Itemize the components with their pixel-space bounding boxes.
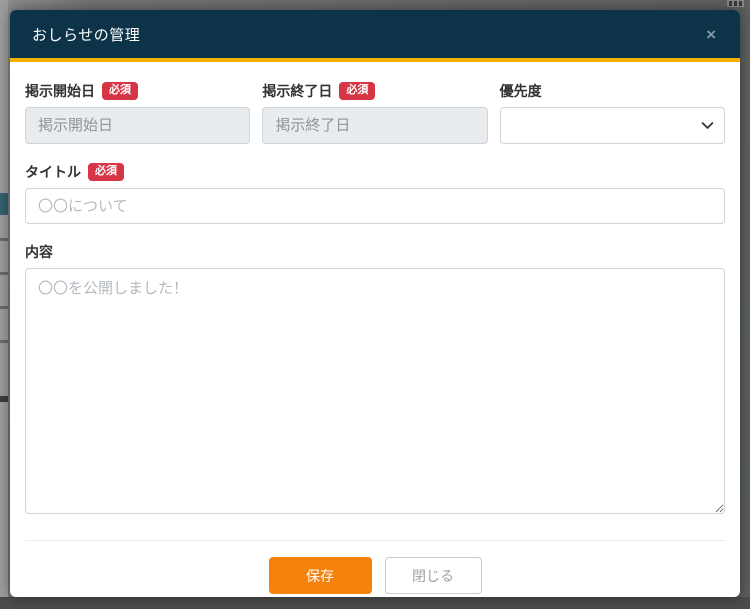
title-group: タイトル 必須 bbox=[25, 163, 725, 224]
title-input[interactable] bbox=[25, 188, 725, 224]
modal-body: 掲示開始日 必須 掲示終了日 必須 優先度 bbox=[10, 62, 740, 597]
start-date-input[interactable] bbox=[25, 107, 250, 144]
notification-management-modal: おしらせの管理 × 掲示開始日 必須 掲示終了日 必須 優先度 bbox=[10, 10, 740, 597]
background-page-remnant bbox=[0, 193, 8, 215]
modal-header: おしらせの管理 × bbox=[10, 10, 740, 62]
content-label: 内容 bbox=[25, 243, 725, 261]
required-badge: 必須 bbox=[339, 82, 375, 100]
date-priority-row: 掲示開始日 必須 掲示終了日 必須 優先度 bbox=[25, 82, 725, 144]
backdrop-page-strip bbox=[0, 0, 8, 597]
end-date-label: 掲示終了日 必須 bbox=[262, 82, 487, 100]
background-page-remnant bbox=[0, 306, 8, 309]
background-page-remnant bbox=[0, 340, 8, 343]
priority-label: 優先度 bbox=[500, 82, 725, 100]
background-grid-icon bbox=[727, 0, 744, 7]
end-date-group: 掲示終了日 必須 bbox=[262, 82, 487, 144]
close-icon[interactable]: × bbox=[702, 24, 720, 45]
content-group: 内容 bbox=[25, 243, 725, 514]
required-badge: 必須 bbox=[102, 82, 138, 100]
end-date-input[interactable] bbox=[262, 107, 487, 144]
start-date-label: 掲示開始日 必須 bbox=[25, 82, 250, 100]
required-badge: 必須 bbox=[88, 163, 124, 181]
modal-title: おしらせの管理 bbox=[32, 24, 140, 45]
priority-select[interactable] bbox=[500, 107, 725, 144]
background-page-remnant bbox=[0, 272, 8, 275]
priority-group: 優先度 bbox=[500, 82, 725, 144]
backdrop-bottom-shade bbox=[0, 597, 750, 609]
save-button[interactable]: 保存 bbox=[269, 557, 372, 594]
start-date-group: 掲示開始日 必須 bbox=[25, 82, 250, 144]
title-label: タイトル 必須 bbox=[25, 163, 725, 181]
background-page-remnant bbox=[0, 238, 8, 241]
close-button[interactable]: 閉じる bbox=[385, 557, 482, 594]
priority-select-wrap bbox=[500, 107, 725, 144]
content-textarea[interactable] bbox=[25, 268, 725, 514]
modal-footer: 保存 閉じる bbox=[25, 540, 725, 597]
background-page-remnant bbox=[0, 396, 8, 402]
